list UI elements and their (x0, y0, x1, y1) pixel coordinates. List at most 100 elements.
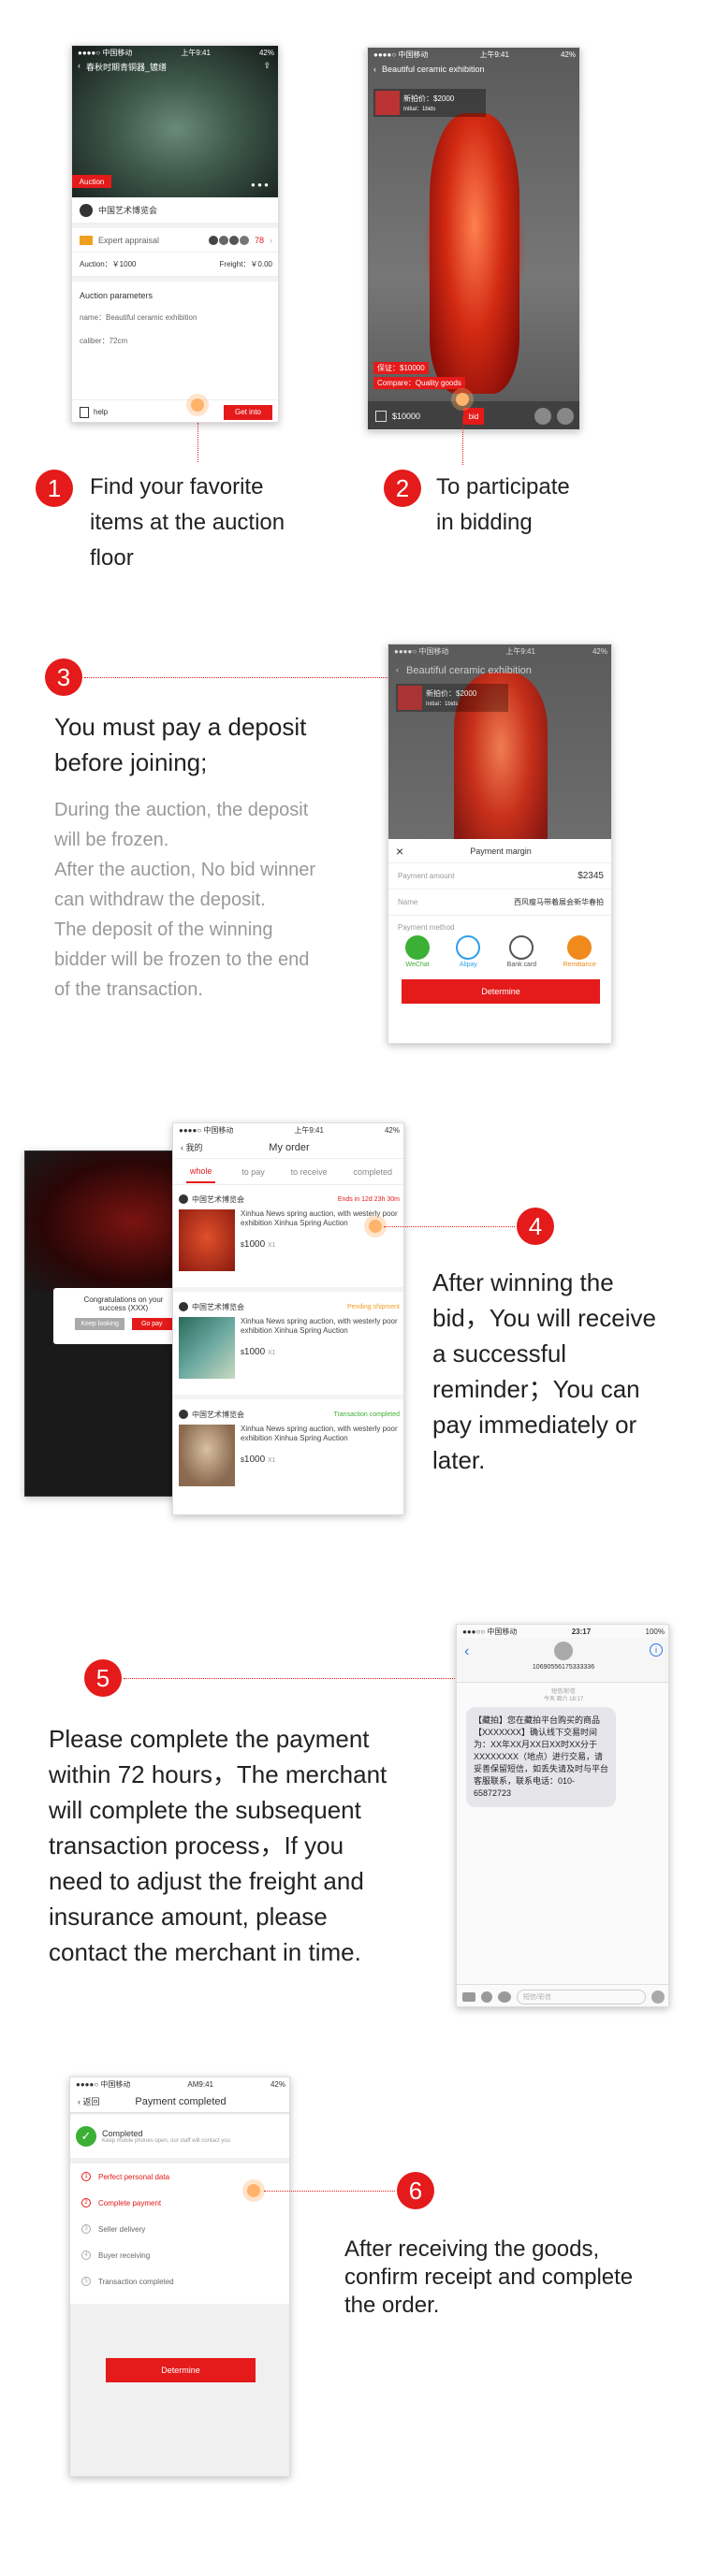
order-card[interactable]: 中国艺术博览会 Pending shipment Xinhua News spri… (173, 1296, 403, 1399)
back-icon[interactable]: ‹ (373, 65, 376, 74)
determine-button[interactable]: Determine (402, 979, 600, 1004)
step-number: 5 (81, 2277, 91, 2286)
bank-card-icon (509, 935, 534, 960)
step-label: Complete payment (98, 2198, 162, 2207)
org-name[interactable]: 中国艺术博览会 (98, 204, 157, 216)
amount-value: $2345 (578, 871, 604, 881)
step-label: Buyer receiving (98, 2250, 151, 2260)
bid-count: Initial：1bids (403, 107, 436, 112)
step-3-title: You must pay a deposit before joining; (54, 713, 307, 776)
back-icon[interactable]: ‹ (78, 61, 80, 73)
sheet-title: Payment margin (470, 846, 532, 856)
step-label: Transaction completed (98, 2277, 174, 2286)
phone-my-order: ●●●●○ 中国移动 上午9:41 42% ‹ 我的 My order whole … (172, 1122, 404, 1515)
camera-icon[interactable] (462, 1991, 475, 2002)
clock: 上午9:41 (181, 48, 211, 57)
completed-title: Completed (102, 2129, 143, 2138)
method-wechat[interactable]: WeChat (405, 935, 431, 968)
method-label: Payment method (398, 923, 455, 932)
clock: AM9:41 (187, 2079, 213, 2089)
battery: 42% (560, 50, 576, 59)
check-icon: ✓ (76, 2126, 96, 2147)
appraisal-row[interactable]: Expert appraisal 78 › (72, 228, 278, 253)
org-avatar (179, 1302, 188, 1311)
page-title: My order (269, 1141, 310, 1153)
back-icon[interactable]: ‹ (464, 1643, 469, 1660)
determine-button[interactable]: Determine (106, 2358, 256, 2382)
sender-number: 10690556175333336 (532, 1664, 595, 1671)
product-price: 1000 (243, 1239, 266, 1250)
keep-looking-button[interactable]: Keep looking (75, 1318, 124, 1330)
bid-bar: $10000 bid (368, 401, 579, 429)
order-status: Ends in 12d 23h 30m (337, 1195, 400, 1203)
share-icon[interactable] (557, 408, 574, 425)
phone-sms: ●●●○○ 中国移动 23:17 100% ‹ 10690556175333336 … (456, 1624, 669, 2007)
sms-date: 今天 周六 18:17 (543, 1697, 584, 1702)
carrier: ●●●○○ 中国移动 (462, 1627, 518, 1636)
alipay-icon (456, 935, 481, 960)
compare-badge: Compare：Quality goods (373, 377, 465, 389)
go-pay-button[interactable]: Go pay (131, 1318, 172, 1330)
heart-icon[interactable] (481, 1990, 492, 2003)
bottom-bar: help Get into (72, 399, 278, 422)
name-label: Name (398, 898, 418, 906)
org-avatar (179, 1194, 188, 1204)
info-icon[interactable]: i (650, 1643, 663, 1657)
deposit-badge: 保证：$10000 (373, 362, 429, 374)
help-icon[interactable] (80, 406, 89, 418)
appstore-icon[interactable] (498, 1990, 511, 2003)
params-title: Auction parameters (80, 291, 154, 300)
product-image (179, 1317, 235, 1379)
send-icon[interactable] (651, 1990, 665, 2004)
method-remittance[interactable]: Remittance (563, 935, 596, 968)
freight-price: Freight：￥0.00 (219, 260, 272, 268)
step-3-badge: 3 (45, 658, 82, 696)
contact-avatar (554, 1642, 573, 1660)
auction-badge: Auction (72, 175, 111, 188)
tab-to-receive[interactable]: to receive (291, 1167, 328, 1177)
thumb-image (398, 686, 422, 710)
clock: 23:17 (571, 1627, 592, 1636)
back-button[interactable]: ‹ 返回 (78, 2095, 100, 2107)
bid-button[interactable]: bid (463, 408, 485, 425)
phone-auction-floor: ●●●●○ 中国移动 上午9:41 42% ‹ 春秋时期青铜器_镀缮 ⇪ Auctio… (71, 45, 279, 423)
order-card[interactable]: 中国艺术博览会 Ends in 12d 23h 30m Xinhua News s… (173, 1189, 403, 1292)
clock: 上午9:41 (294, 1125, 324, 1135)
order-status: Transaction completed (333, 1411, 400, 1418)
phone-payment-margin: ●●●●○ 中国移动 上午9:41 42% ‹ Beautiful ceramic e… (388, 644, 612, 1044)
step-3-body: During the auction, the deposit will be f… (54, 800, 316, 1000)
back-button[interactable]: ‹ 我的 (181, 1141, 203, 1153)
status-bar: ●●●●○ 中国移动 上午9:41 42% (72, 46, 278, 59)
product-image (179, 1209, 235, 1271)
message-input[interactable]: 短信/彩信 (517, 1989, 646, 2004)
phone-payment-completed: ●●●●○ 中国移动 AM9:41 42% ‹ 返回 Payment complet… (69, 2077, 290, 2477)
tab-to-pay[interactable]: to pay (241, 1167, 265, 1177)
help-label[interactable]: help (94, 408, 108, 416)
carrier: ●●●●○ 中国移动 (179, 1125, 234, 1135)
battery: 42% (258, 48, 274, 57)
name-value: 西风瘦马带着展会新华春拍 (514, 898, 604, 906)
step-number: 2 (81, 2198, 91, 2207)
step-number: 4 (81, 2250, 91, 2260)
payment-sheet: × Payment margin Payment amount $2345 Nam… (388, 839, 611, 1043)
back-icon[interactable]: ‹ (396, 665, 399, 676)
appraisal-icon (80, 235, 93, 245)
order-tabs: whole to pay to receive completed (173, 1159, 403, 1185)
method-bank-card[interactable]: Bank card (507, 935, 536, 968)
get-into-button[interactable]: Get into (224, 404, 272, 420)
step-4-text: After winning the bid，You will receive a s… (432, 1268, 656, 1474)
bid-info: 新拍价：$2000 Initial：1bids (373, 89, 486, 117)
order-status: Pending shipment (346, 1303, 400, 1310)
method-alipay[interactable]: Alipay (456, 935, 481, 968)
tab-completed[interactable]: completed (354, 1167, 393, 1177)
share-icon[interactable]: ⇪ (263, 61, 271, 71)
hint-dot-1 (191, 398, 204, 412)
price: $10000 (392, 412, 421, 421)
tab-whole[interactable]: whole (185, 1161, 216, 1183)
order-card[interactable]: 中国艺术博览会 Transaction completed Xinhua News… (173, 1404, 403, 1507)
chat-icon[interactable] (534, 408, 551, 425)
nav-bar: ‹ 春秋时期青铜器_镀缮 (78, 61, 167, 73)
step-6-text: After receiving the goods, confirm receip… (344, 2236, 634, 2318)
product-qty: X1 (267, 1457, 276, 1464)
page-title: Payment completed (135, 2095, 227, 2107)
